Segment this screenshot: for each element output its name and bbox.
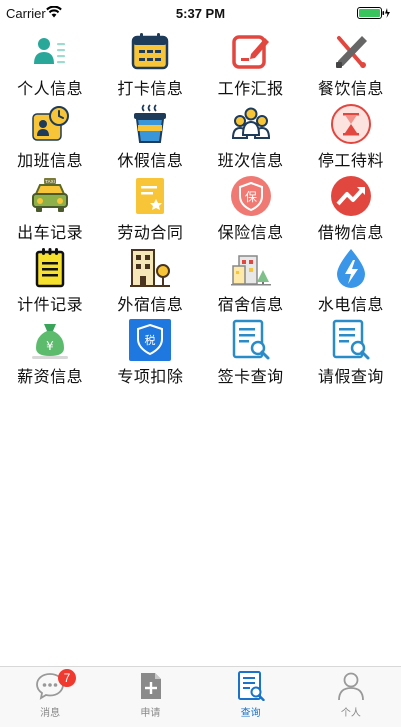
tab-bar: 7 消息 申请 查询 个人 bbox=[0, 666, 401, 727]
carrier-label: Carrier bbox=[6, 6, 46, 21]
grid-item-label: 劳动合同 bbox=[117, 223, 184, 242]
insurance-shield-icon: 保 bbox=[229, 174, 273, 218]
currency-glyph: ¥ bbox=[46, 339, 54, 353]
grid-item-label: 停工待料 bbox=[317, 151, 384, 170]
grid-item-label: 专项扣除 bbox=[117, 367, 184, 386]
grid-item-special-deduction[interactable]: 税 专项扣除 bbox=[100, 316, 200, 388]
user-icon bbox=[335, 671, 367, 701]
grid-item-label: 班次信息 bbox=[217, 151, 284, 170]
grid-item-label: 餐饮信息 bbox=[317, 79, 384, 98]
hourglass-icon bbox=[329, 102, 373, 146]
tab-profile[interactable]: 个人 bbox=[301, 667, 401, 727]
grid-item-label: 加班信息 bbox=[17, 151, 84, 170]
grid-item-overtime[interactable]: 加班信息 bbox=[0, 100, 100, 172]
overtime-clock-icon bbox=[28, 102, 72, 146]
search-document-icon bbox=[235, 671, 267, 701]
grid-item-label: 工作汇报 bbox=[217, 79, 284, 98]
team-shift-icon bbox=[229, 102, 273, 146]
grid-item-shift[interactable]: 班次信息 bbox=[201, 100, 301, 172]
tab-apply[interactable]: 申请 bbox=[100, 667, 200, 727]
grid-item-dormitory[interactable]: 宿舍信息 bbox=[201, 244, 301, 316]
insurance-glyph: 保 bbox=[245, 190, 257, 204]
taxi-sign-text: TAXI bbox=[45, 179, 55, 184]
grid-item-label: 出车记录 bbox=[17, 223, 84, 242]
grid-item-label: 借物信息 bbox=[317, 223, 384, 242]
grid-item-work-report[interactable]: 工作汇报 bbox=[201, 28, 301, 100]
tab-label: 申请 bbox=[140, 708, 161, 719]
grid-item-label: 薪资信息 bbox=[17, 367, 84, 386]
tab-query[interactable]: 查询 bbox=[201, 667, 301, 727]
grid-item-label: 外宿信息 bbox=[117, 295, 184, 314]
tab-label: 个人 bbox=[340, 708, 361, 719]
tab-label: 查询 bbox=[240, 708, 261, 719]
calendar-icon bbox=[128, 30, 172, 74]
grid-item-piecework[interactable]: 计件记录 bbox=[0, 244, 100, 316]
grid-item-label: 水电信息 bbox=[317, 295, 384, 314]
grid-item-vehicle-record[interactable]: TAXI 出车记录 bbox=[0, 172, 100, 244]
grid-item-vacation[interactable]: 休假信息 bbox=[100, 100, 200, 172]
grid-item-card-query[interactable]: 签卡查询 bbox=[201, 316, 301, 388]
wifi-icon bbox=[46, 6, 62, 18]
coffee-cup-icon bbox=[128, 102, 172, 146]
grid-item-personal-info[interactable]: 个人信息 bbox=[0, 28, 100, 100]
grid-item-clock-in[interactable]: 打卡信息 bbox=[100, 28, 200, 100]
dormitory-icon bbox=[229, 246, 273, 290]
unread-badge: 7 bbox=[58, 669, 76, 687]
tab-messages[interactable]: 7 消息 bbox=[0, 667, 100, 727]
feature-grid: 个人信息 打卡信息 工作汇报 餐饮信息 加班信息 休假信息 班次信息 停工待料 … bbox=[0, 28, 401, 388]
grid-item-label: 宿舍信息 bbox=[217, 295, 284, 314]
grid-item-label: 请假查询 bbox=[317, 367, 384, 386]
tab-label: 消息 bbox=[40, 708, 61, 719]
grid-item-label: 保险信息 bbox=[217, 223, 284, 242]
leave-search-icon bbox=[329, 318, 373, 362]
water-electric-icon bbox=[329, 246, 373, 290]
tax-icon: 税 bbox=[128, 318, 172, 362]
grid-item-salary[interactable]: ¥ 薪资信息 bbox=[0, 316, 100, 388]
building-tree-icon bbox=[128, 246, 172, 290]
status-bar: Carrier 5:37 PM bbox=[0, 0, 401, 26]
grid-item-labor-contract[interactable]: 劳动合同 bbox=[100, 172, 200, 244]
grid-item-work-stoppage[interactable]: 停工待料 bbox=[301, 100, 401, 172]
money-bag-icon: ¥ bbox=[28, 318, 72, 362]
document-search-icon bbox=[229, 318, 273, 362]
grid-item-water-electricity[interactable]: 水电信息 bbox=[301, 244, 401, 316]
battery-icon bbox=[357, 7, 390, 19]
notepad-icon bbox=[28, 246, 72, 290]
grid-item-borrowed-items[interactable]: 借物信息 bbox=[301, 172, 401, 244]
taxi-icon: TAXI bbox=[28, 174, 72, 218]
grid-item-catering[interactable]: 餐饮信息 bbox=[301, 28, 401, 100]
grid-item-insurance[interactable]: 保 保险信息 bbox=[201, 172, 301, 244]
grid-item-label: 个人信息 bbox=[17, 79, 84, 98]
contract-icon bbox=[128, 174, 172, 218]
tax-glyph: 税 bbox=[145, 333, 156, 347]
person-info-icon bbox=[28, 30, 72, 74]
grid-item-label: 签卡查询 bbox=[217, 367, 284, 386]
edit-report-icon bbox=[229, 30, 273, 74]
fork-knife-icon bbox=[329, 30, 373, 74]
grid-item-off-site-lodging[interactable]: 外宿信息 bbox=[100, 244, 200, 316]
grid-item-label: 休假信息 bbox=[117, 151, 184, 170]
grid-item-label: 计件记录 bbox=[17, 295, 84, 314]
grid-item-leave-query[interactable]: 请假查询 bbox=[301, 316, 401, 388]
add-document-icon bbox=[134, 671, 166, 701]
trend-arrow-icon bbox=[329, 174, 373, 218]
grid-item-label: 打卡信息 bbox=[117, 79, 184, 98]
